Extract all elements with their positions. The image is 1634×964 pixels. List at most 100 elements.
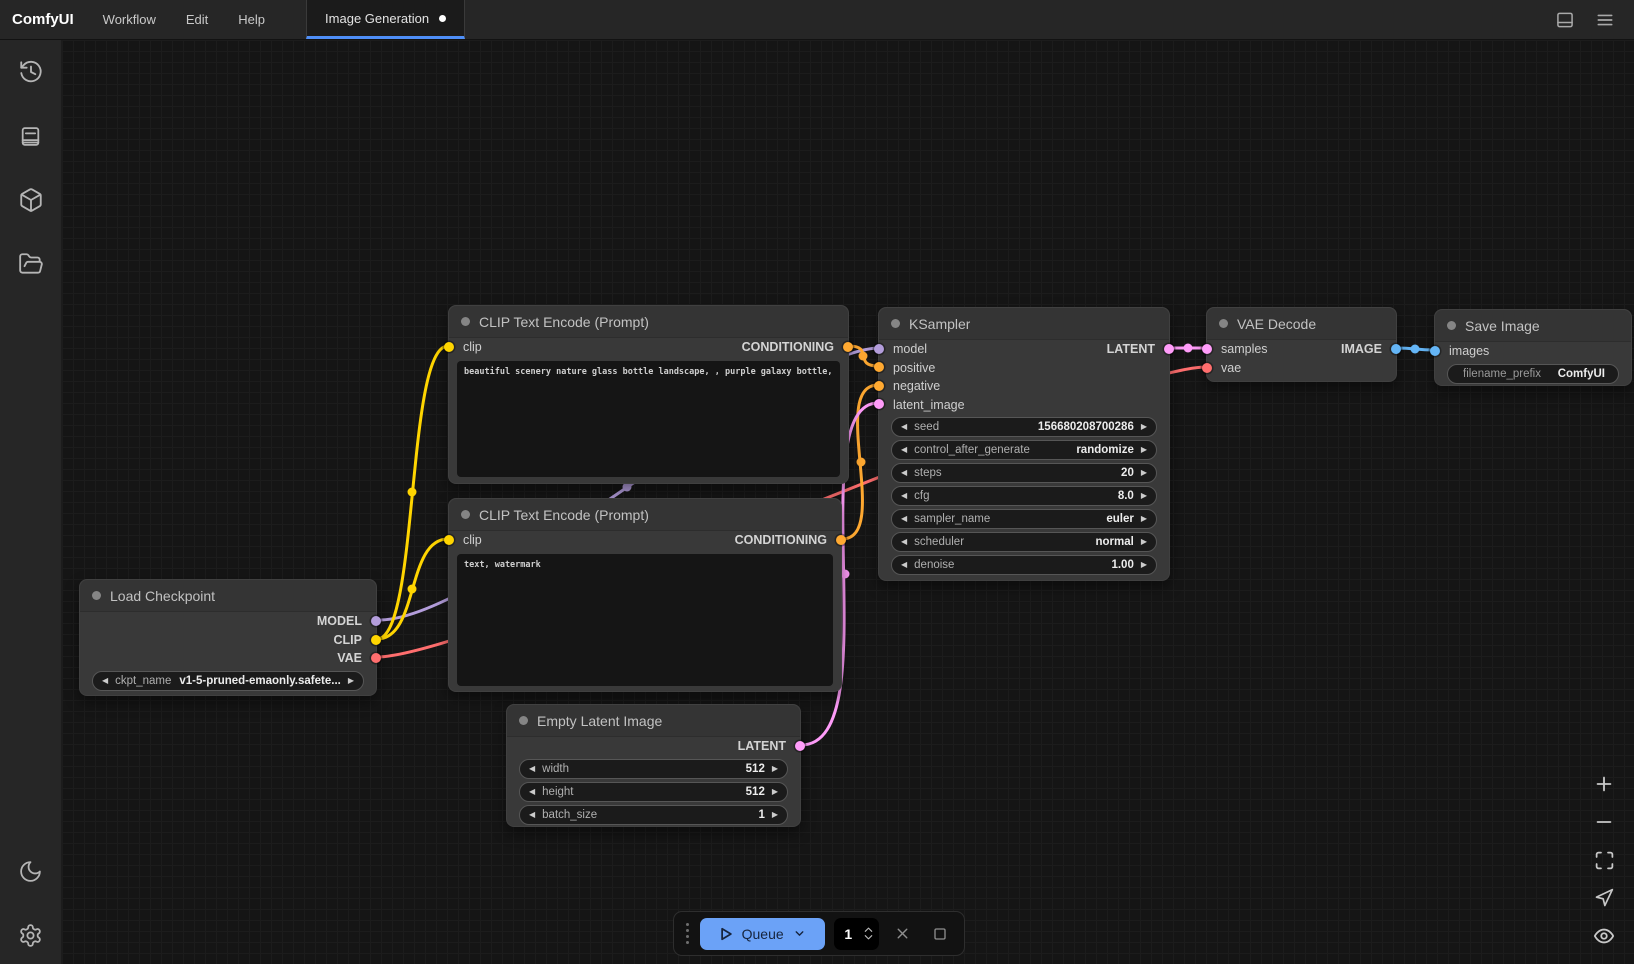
node-header[interactable]: CLIP Text Encode (Prompt) [449, 499, 841, 531]
input-slot-clip[interactable] [444, 535, 454, 545]
menu-workflow[interactable]: Workflow [88, 0, 171, 39]
decrement-arrow-icon[interactable]: ◀ [901, 492, 907, 500]
menu-help[interactable]: Help [223, 0, 280, 39]
collapse-toggle[interactable] [92, 591, 101, 600]
settings-button[interactable] [16, 921, 46, 949]
decrement-arrow-icon[interactable]: ◀ [901, 515, 907, 523]
widget-sampler-name[interactable]: ◀ sampler_name euler ▶ [891, 509, 1157, 529]
theme-toggle-button[interactable] [16, 857, 46, 885]
zoom-in-button[interactable] [1592, 772, 1616, 796]
workflows-button[interactable] [16, 250, 46, 278]
input-slot-vae[interactable] [1202, 363, 1212, 373]
collapse-toggle[interactable] [461, 317, 470, 326]
increment-arrow-icon[interactable]: ▶ [1141, 446, 1147, 454]
widget-control-after-generate[interactable]: ◀ control_after_generate randomize ▶ [891, 440, 1157, 460]
input-slot-latent-image[interactable] [874, 399, 884, 409]
widget-ckpt-name[interactable]: ◀ ckpt_name v1-5-pruned-emaonly.safete..… [92, 671, 364, 691]
increment-arrow-icon[interactable]: ▶ [1141, 492, 1147, 500]
widget-scheduler[interactable]: ◀ scheduler normal ▶ [891, 532, 1157, 552]
toggle-bottom-panel-button[interactable] [1550, 5, 1580, 35]
node-header[interactable]: KSampler [879, 308, 1169, 340]
increment-icon[interactable] [863, 926, 874, 933]
widget-width[interactable]: ◀ width 512 ▶ [519, 759, 788, 779]
decrement-arrow-icon[interactable]: ◀ [529, 788, 535, 796]
collapse-toggle[interactable] [461, 510, 470, 519]
batch-count-input[interactable]: 1 [834, 918, 879, 950]
input-slot-images[interactable] [1430, 346, 1440, 356]
collapse-toggle[interactable] [1219, 319, 1228, 328]
node-header[interactable]: CLIP Text Encode (Prompt) [449, 306, 848, 338]
output-slot-latent[interactable] [1164, 344, 1174, 354]
input-slot-positive[interactable] [874, 362, 884, 372]
increment-arrow-icon[interactable]: ▶ [1141, 561, 1147, 569]
node-empty-latent-image[interactable]: Empty Latent Image LATENT ◀ width 512 ▶ … [506, 704, 801, 827]
widget-cfg[interactable]: ◀ cfg 8.0 ▶ [891, 486, 1157, 506]
queue-history-button[interactable] [16, 58, 46, 86]
clear-queue-button[interactable] [888, 919, 916, 949]
node-vae-decode[interactable]: VAE Decode IMAGE samples vae [1206, 307, 1397, 382]
decrement-arrow-icon[interactable]: ◀ [102, 677, 108, 685]
increment-arrow-icon[interactable]: ▶ [1141, 515, 1147, 523]
select-mode-button[interactable] [1592, 886, 1616, 910]
node-library-button[interactable] [16, 122, 46, 150]
decrement-arrow-icon[interactable]: ◀ [901, 561, 907, 569]
decrement-arrow-icon[interactable]: ◀ [901, 538, 907, 546]
decrement-arrow-icon[interactable]: ◀ [901, 423, 907, 431]
output-slot-image[interactable] [1391, 344, 1401, 354]
decrement-arrow-icon[interactable]: ◀ [529, 765, 535, 773]
increment-arrow-icon[interactable]: ▶ [772, 788, 778, 796]
collapse-toggle[interactable] [1447, 321, 1456, 330]
comfyui-logo[interactable]: ComfyUI [0, 0, 88, 39]
prompt-textarea[interactable]: text, watermark [457, 554, 833, 686]
increment-arrow-icon[interactable]: ▶ [1141, 538, 1147, 546]
node-header[interactable]: Empty Latent Image [507, 705, 800, 737]
collapse-toggle[interactable] [891, 319, 900, 328]
node-save-image[interactable]: Save Image images filename_prefix ComfyU… [1434, 309, 1632, 386]
input-slot-samples[interactable] [1202, 344, 1212, 354]
queue-button[interactable]: Queue [700, 918, 825, 950]
node-clip-text-encode-positive[interactable]: CLIP Text Encode (Prompt) clip CONDITION… [448, 305, 849, 484]
decrement-arrow-icon[interactable]: ◀ [901, 446, 907, 454]
main-menu-button[interactable] [1590, 5, 1620, 35]
drag-handle[interactable] [684, 923, 691, 944]
prompt-textarea[interactable]: beautiful scenery nature glass bottle la… [457, 361, 840, 477]
input-slot-negative[interactable] [874, 381, 884, 391]
node-header[interactable]: VAE Decode [1207, 308, 1396, 340]
widget-seed[interactable]: ◀ seed 156680208700286 ▶ [891, 417, 1157, 437]
interrupt-button[interactable] [926, 919, 954, 949]
widget-denoise[interactable]: ◀ denoise 1.00 ▶ [891, 555, 1157, 575]
output-slot-conditioning[interactable] [843, 342, 853, 352]
model-library-button[interactable] [16, 186, 46, 214]
input-slot-clip[interactable] [444, 342, 454, 352]
increment-arrow-icon[interactable]: ▶ [772, 765, 778, 773]
node-header[interactable]: Load Checkpoint [80, 580, 376, 612]
widget-filename-prefix[interactable]: filename_prefix ComfyUI [1447, 364, 1619, 384]
node-ksampler[interactable]: KSampler LATENT model positive negative … [878, 307, 1170, 581]
node-header[interactable]: Save Image [1435, 310, 1631, 342]
output-slot-latent[interactable] [795, 741, 805, 751]
node-load-checkpoint[interactable]: Load Checkpoint MODEL CLIP VAE ◀ ckpt_na… [79, 579, 377, 696]
decrement-arrow-icon[interactable]: ◀ [529, 811, 535, 819]
output-slot-conditioning[interactable] [836, 535, 846, 545]
increment-arrow-icon[interactable]: ▶ [1141, 469, 1147, 477]
zoom-out-button[interactable] [1592, 810, 1616, 834]
increment-arrow-icon[interactable]: ▶ [348, 677, 354, 685]
decrement-icon[interactable] [863, 934, 874, 941]
toggle-link-visibility-button[interactable] [1592, 924, 1616, 948]
output-slot-model[interactable] [371, 616, 381, 626]
increment-arrow-icon[interactable]: ▶ [772, 811, 778, 819]
widget-steps[interactable]: ◀ steps 20 ▶ [891, 463, 1157, 483]
collapse-toggle[interactable] [519, 716, 528, 725]
widget-height[interactable]: ◀ height 512 ▶ [519, 782, 788, 802]
decrement-arrow-icon[interactable]: ◀ [901, 469, 907, 477]
fit-view-button[interactable] [1592, 848, 1616, 872]
menu-edit[interactable]: Edit [171, 0, 223, 39]
output-slot-clip[interactable] [371, 635, 381, 645]
workflow-tab[interactable]: Image Generation [306, 0, 465, 39]
input-slot-model[interactable] [874, 344, 884, 354]
node-clip-text-encode-negative[interactable]: CLIP Text Encode (Prompt) clip CONDITION… [448, 498, 842, 692]
node-graph-canvas[interactable] [62, 40, 1634, 964]
output-slot-vae[interactable] [371, 653, 381, 663]
widget-batch-size[interactable]: ◀ batch_size 1 ▶ [519, 805, 788, 825]
increment-arrow-icon[interactable]: ▶ [1141, 423, 1147, 431]
